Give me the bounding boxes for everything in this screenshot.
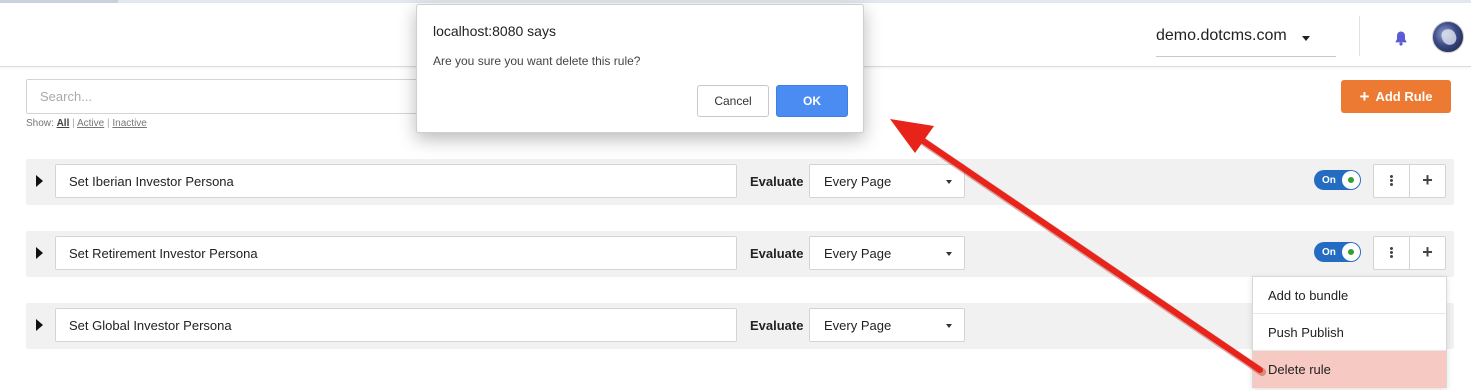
caret-down-icon: [946, 252, 952, 256]
menu-item-add-to-bundle[interactable]: Add to bundle: [1253, 277, 1446, 314]
site-selector[interactable]: demo.dotcms.com: [1156, 25, 1336, 57]
menu-item-delete-rule[interactable]: Delete rule: [1253, 351, 1446, 388]
add-rule-label: Add Rule: [1375, 89, 1433, 104]
rule-actions: +: [1373, 164, 1446, 198]
kebab-menu-icon: [1390, 175, 1393, 186]
search-input[interactable]: [26, 79, 426, 114]
toggle-label: On: [1322, 247, 1336, 258]
rule-enabled-toggle[interactable]: On: [1314, 242, 1361, 262]
fire-on-select[interactable]: Every Page: [809, 164, 965, 198]
avatar-highlight: [1439, 27, 1459, 47]
rule-name-input[interactable]: [55, 308, 737, 342]
fire-on-value: Every Page: [824, 246, 892, 261]
caret-down-icon: [1302, 36, 1310, 41]
menu-item-push-publish[interactable]: Push Publish: [1253, 314, 1446, 351]
caret-down-icon: [946, 180, 952, 184]
rule-enabled-toggle[interactable]: On: [1314, 170, 1361, 190]
header-divider: [1359, 16, 1360, 56]
triangle-right-icon[interactable]: [36, 247, 43, 259]
rule-menu-button[interactable]: [1374, 165, 1410, 197]
plus-icon: +: [1359, 86, 1370, 106]
site-selector-label: demo.dotcms.com: [1156, 27, 1287, 44]
fire-on-select[interactable]: Every Page: [809, 308, 965, 342]
filter-inactive-link[interactable]: Inactive: [112, 118, 146, 129]
rule-name-input[interactable]: [55, 236, 737, 270]
rule-row: Evaluate Every Page On +: [26, 159, 1454, 205]
confirm-dialog: localhost:8080 says Are you sure you wan…: [416, 4, 864, 133]
evaluate-label: Evaluate: [750, 318, 804, 333]
triangle-right-icon[interactable]: [36, 319, 43, 331]
bell-icon[interactable]: [1394, 30, 1408, 46]
evaluate-label: Evaluate: [750, 246, 804, 261]
rule-row: Evaluate Every Page: [26, 303, 1454, 349]
plus-icon[interactable]: +: [1410, 165, 1445, 197]
cancel-button[interactable]: Cancel: [697, 85, 769, 117]
fire-on-select[interactable]: Every Page: [809, 236, 965, 270]
status-dot: [1348, 177, 1354, 183]
dialog-title: localhost:8080 says: [433, 23, 556, 39]
filter-prefix: Show:: [26, 118, 54, 129]
rule-actions-menu: Add to bundle Push Publish Delete rule: [1252, 276, 1447, 388]
rule-row: Evaluate Every Page On +: [26, 231, 1454, 277]
status-filter: Show: All | Active | Inactive: [26, 118, 147, 129]
rule-menu-button[interactable]: [1374, 237, 1410, 269]
filter-all-link[interactable]: All: [57, 118, 70, 129]
rule-actions: +: [1373, 236, 1446, 270]
status-dot: [1348, 249, 1354, 255]
ok-button[interactable]: OK: [776, 85, 848, 117]
rule-name-input[interactable]: [55, 164, 737, 198]
kebab-menu-icon: [1390, 247, 1393, 258]
caret-down-icon: [946, 324, 952, 328]
filter-active-link[interactable]: Active: [77, 118, 104, 129]
plus-icon[interactable]: +: [1410, 237, 1445, 269]
toggle-knob: [1342, 243, 1360, 261]
filter-separator: |: [107, 118, 110, 129]
triangle-right-icon[interactable]: [36, 175, 43, 187]
fire-on-value: Every Page: [824, 318, 892, 333]
dialog-message: Are you sure you want delete this rule?: [433, 54, 641, 68]
filter-separator: |: [72, 118, 75, 129]
toggle-label: On: [1322, 175, 1336, 186]
add-rule-button[interactable]: + Add Rule: [1341, 80, 1451, 113]
fire-on-value: Every Page: [824, 174, 892, 189]
toggle-knob: [1342, 171, 1360, 189]
avatar[interactable]: [1432, 21, 1464, 53]
evaluate-label: Evaluate: [750, 174, 804, 189]
